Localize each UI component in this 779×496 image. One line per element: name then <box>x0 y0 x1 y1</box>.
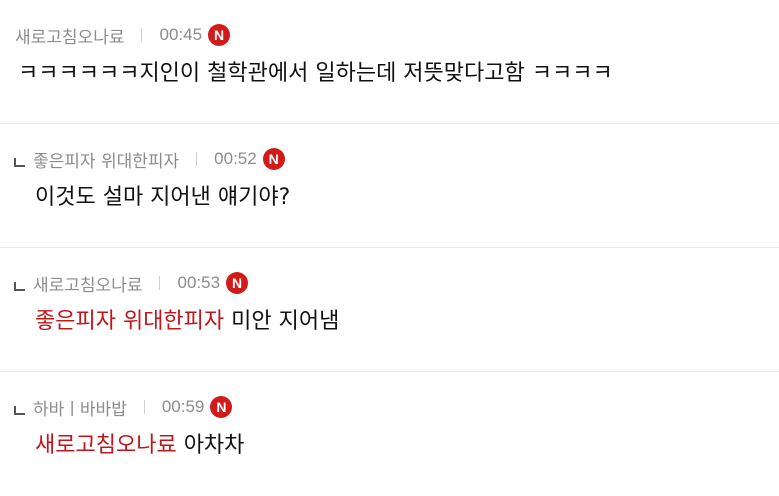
comment-meta: 새로고침오나료 00:53 N <box>14 270 249 296</box>
comment-text: 이것도 설마 지어낸 얘기야? <box>35 179 290 211</box>
new-badge-icon: N <box>208 24 231 46</box>
meta-divider <box>159 276 161 290</box>
meta-divider <box>196 152 198 166</box>
comment-time: 00:53 <box>177 273 221 292</box>
new-badge-icon: N <box>262 148 285 170</box>
comment-meta: 새로고침오나료 00:45 N <box>15 22 231 48</box>
comment-list: 새로고침오나료 00:45 N ㅋㅋㅋㅋㅋㅋ지인이 철학관에서 일하는데 저뜻맞… <box>0 0 779 496</box>
comment-text: 새로고침오나료 아차차 <box>35 427 244 459</box>
comment-text: 좋은피자 위대한피자 미안 지어냄 <box>35 303 339 335</box>
meta-divider <box>143 400 145 414</box>
meta-divider <box>141 28 143 42</box>
reply-item: 새로고침오나료 00:53 N 좋은피자 위대한피자 미안 지어냄 <box>0 248 779 372</box>
reply-arrow-icon <box>14 157 25 167</box>
comment-meta: 하바ㅣ바바밥 00:59 N <box>14 394 233 420</box>
comment-time: 00:45 <box>159 25 203 44</box>
comment-text: ㅋㅋㅋㅋㅋㅋ지인이 철학관에서 일하는데 저뜻맞다고함 ㅋㅋㅋㅋ <box>18 55 613 87</box>
reply-arrow-icon <box>14 281 25 291</box>
comment-time: 00:52 <box>214 149 257 168</box>
comment-body: 아차차 <box>183 433 245 458</box>
comment-time: 00:59 <box>161 397 205 416</box>
comment-author[interactable]: 하바ㅣ바바밥 <box>33 395 127 420</box>
reply-item: 하바ㅣ바바밥 00:59 N 새로고침오나료 아차차 <box>0 372 779 496</box>
reply-arrow-icon <box>14 405 25 415</box>
reply-item: 좋은피자 위대한피자 00:52 N 이것도 설마 지어낸 얘기야? <box>0 124 779 248</box>
mention-link[interactable]: 새로고침오나료 <box>35 433 184 458</box>
comment-item: 새로고침오나료 00:45 N ㅋㅋㅋㅋㅋㅋ지인이 철학관에서 일하는데 저뜻맞… <box>0 0 779 124</box>
comment-body: 이것도 설마 지어낸 얘기야? <box>35 185 291 210</box>
comment-meta: 좋은피자 위대한피자 00:52 N <box>14 146 285 172</box>
new-badge-icon: N <box>210 396 233 418</box>
comment-body: 미안 지어냄 <box>231 309 340 334</box>
mention-link[interactable]: 좋은피자 위대한피자 <box>35 309 231 334</box>
comment-author[interactable]: 좋은피자 위대한피자 <box>33 147 179 172</box>
comment-body: ㅋㅋㅋㅋㅋㅋ지인이 철학관에서 일하는데 저뜻맞다고함 ㅋㅋㅋㅋ <box>18 61 613 86</box>
new-badge-icon: N <box>226 272 249 294</box>
comment-author[interactable]: 새로고침오나료 <box>15 23 124 48</box>
comment-author[interactable]: 새로고침오나료 <box>33 271 142 296</box>
